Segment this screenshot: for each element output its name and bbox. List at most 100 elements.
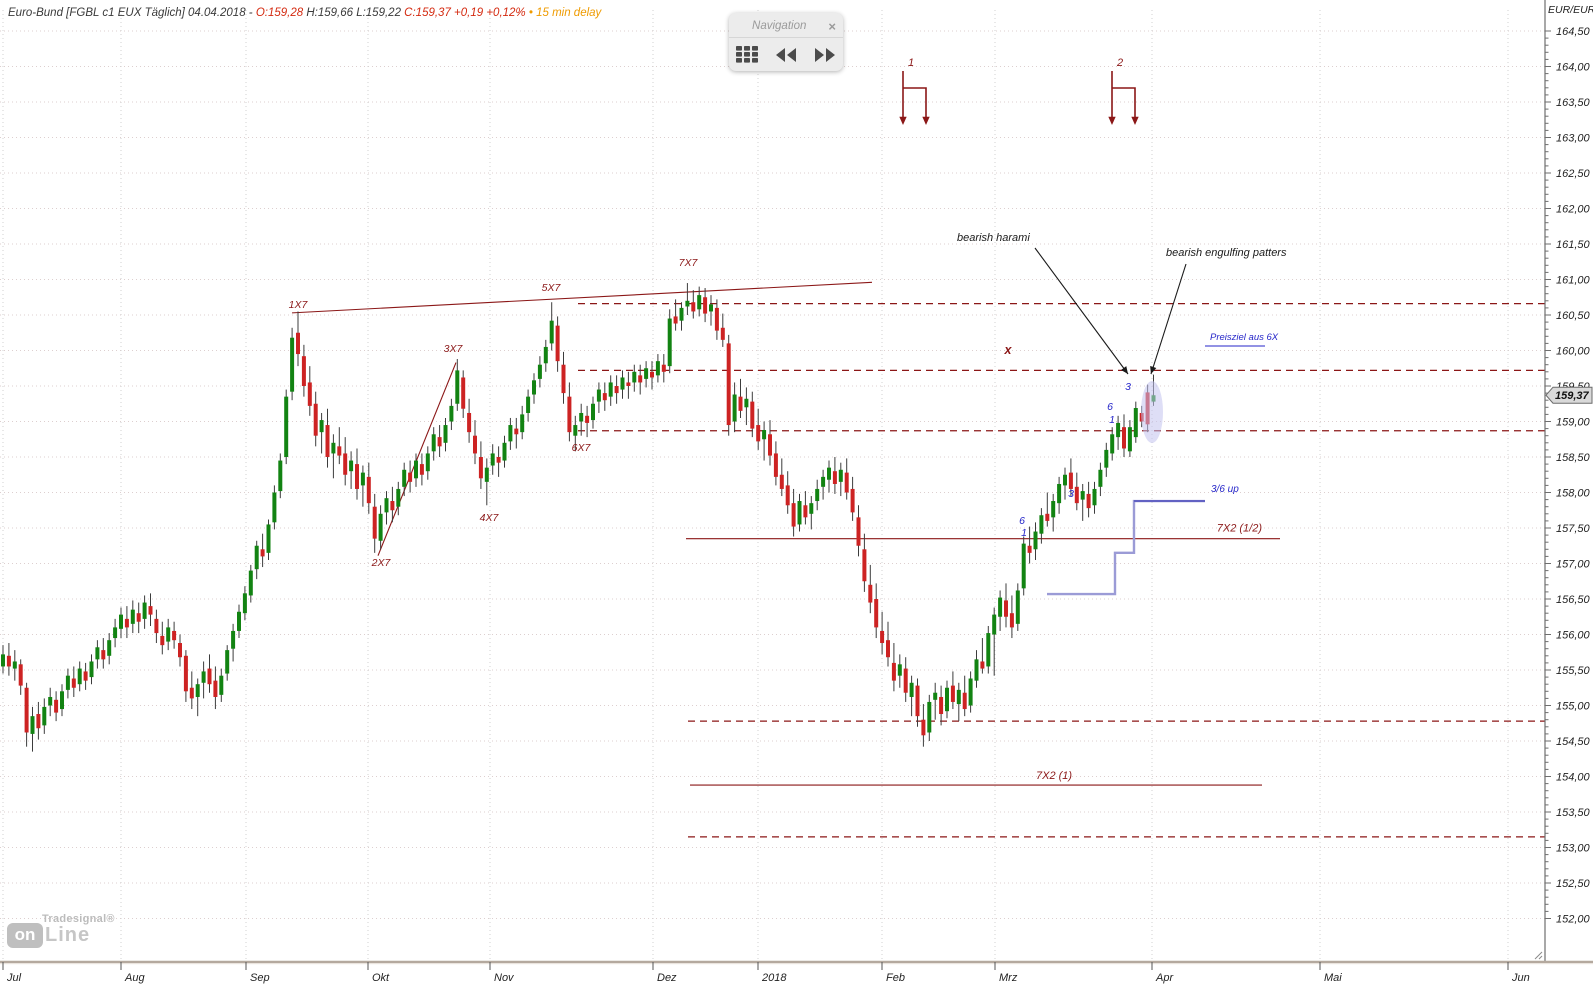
fast-forward-icon [814,47,835,62]
candle-down [189,687,194,699]
candle-up [1039,515,1044,534]
candle-up [591,403,595,421]
candle-up [1063,474,1067,486]
price-axis[interactable]: EUR/EUR 164,50 164,00 163,50 163,00 162,50 162… [1544,0,1593,962]
candle-up [95,647,100,660]
candle-up [12,661,17,669]
candle-down [868,584,873,603]
swing-label: 2X7 [371,557,392,569]
candle-down [779,474,784,489]
candle-up [455,370,460,404]
candle-up [1104,449,1109,468]
candle-up [537,364,542,379]
candle-up [797,501,802,525]
candle-down [313,403,318,436]
candle-up [732,394,737,422]
candle-up [992,614,997,635]
chart-plot-area[interactable] [0,0,1545,962]
candle-up [65,675,70,690]
candle-up [331,442,336,454]
candle-down [661,364,666,372]
candle-down [886,640,890,658]
price-tick-label: 163,00 [1556,133,1591,145]
candle-up [242,593,247,614]
candle-down [803,505,808,518]
candle-up [608,382,613,397]
grid-icon [735,46,758,63]
candle-up [384,498,389,513]
signal-arrow-label: 2 [1116,57,1123,69]
candle-down [880,630,885,644]
open-value: O:159,28 [255,7,307,19]
candle-up [1015,590,1020,624]
candle-up [1116,422,1121,438]
month-tick-label: Jun [1511,972,1530,984]
candle-up [933,692,938,700]
close-change-values: C:159,37 +0,19 +0,12% [404,7,529,19]
candle-down [1009,613,1014,628]
step-back-button[interactable] [772,45,800,65]
candle-up [1110,434,1115,454]
step-forward-button[interactable] [811,45,839,65]
candle-up [266,524,271,553]
candle-up [402,469,407,487]
candle-down [183,655,188,692]
candle-down [207,668,212,685]
price-tick-label: 155,00 [1556,701,1591,713]
candle-up [1033,531,1038,550]
price-tick-label: 154,00 [1556,772,1591,784]
month-tick-label: Jul [6,972,22,984]
count-label: 6 [1019,515,1025,527]
candle-down [962,692,967,710]
candle-down [408,472,413,482]
candle-up [225,650,230,674]
candle-up [809,503,814,514]
candle-down [478,457,483,479]
price-tick-label: 164,00 [1556,62,1591,74]
grid-layout-button[interactable] [734,44,761,65]
price-tick-label: 155,50 [1556,665,1591,677]
candle-up [573,425,578,436]
candle-up [968,678,973,706]
pattern-highlight-ellipse [1141,381,1163,443]
candle-down [555,325,560,362]
candle-up [360,472,365,486]
candle-up [201,671,206,683]
candle-up [60,691,64,710]
candle-down [18,664,23,686]
candle-down [83,671,88,681]
price-tick-label: 158,50 [1556,452,1591,464]
candle-down [980,661,985,669]
candle-down [71,678,76,688]
candle-down [124,618,129,628]
candle-down [390,501,395,511]
candle-down [691,302,696,312]
navigation-panel-header[interactable]: Navigation × [729,13,843,38]
candle-down [296,332,300,355]
candle-down [6,655,11,667]
price-tick-label: 162,50 [1556,168,1591,180]
candle-up [697,295,702,310]
candle-down [301,356,306,386]
candle-down [154,618,159,634]
candle-up [502,442,507,461]
candle-up [254,545,259,570]
price-tick-label: 154,50 [1556,736,1591,748]
candle-up [1021,543,1026,589]
candle-down [950,685,955,702]
count-label: 3 [1125,381,1131,393]
candle-up [484,467,489,482]
candle-down [614,386,619,394]
high-low-values: H:159,66 L:159,22 [306,7,405,19]
candle-down [1122,427,1126,449]
price-tick-label: 160,50 [1556,310,1591,322]
close-icon[interactable]: × [822,20,836,33]
candle-up [48,696,53,706]
swing-label: 5X7 [542,282,562,294]
candle-up [490,453,495,466]
candle-down [862,549,867,582]
candle-up [425,453,430,472]
candle-down [939,696,944,715]
candle-down [1086,493,1091,509]
candle-down [1074,486,1079,504]
